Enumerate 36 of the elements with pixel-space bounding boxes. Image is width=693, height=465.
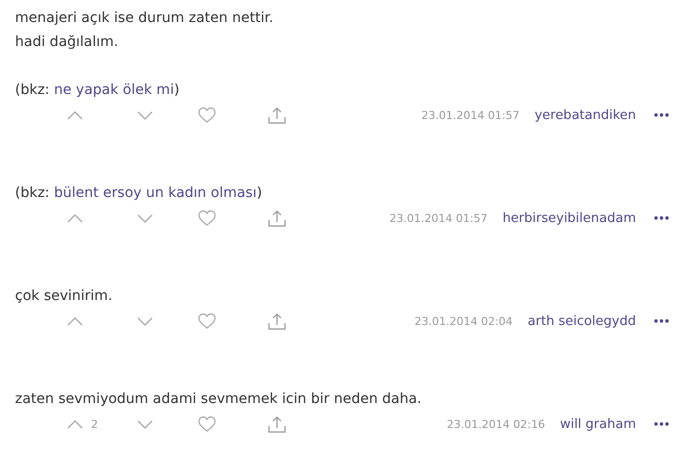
chevron-up-icon <box>67 316 83 326</box>
author-link[interactable]: herbirseyibilenadam <box>502 210 636 226</box>
heart-icon <box>198 210 216 226</box>
heart-icon <box>198 416 216 432</box>
heart-icon <box>198 313 216 329</box>
heart-icon <box>198 107 216 123</box>
more-icon <box>654 319 669 323</box>
topic-link[interactable]: ne yapak ölek mi <box>54 82 174 98</box>
entry-date: 23.01.2014 01:57 <box>421 108 520 122</box>
author-link[interactable]: will graham <box>560 416 636 432</box>
reference-text: (bkz: ne yapak ölek mi) <box>15 81 180 100</box>
chevron-down-icon <box>137 316 153 326</box>
chevron-up-icon <box>67 110 83 120</box>
entry-text: çok sevinirim. <box>15 287 114 306</box>
share-icon <box>268 416 286 432</box>
author-link[interactable]: yerebatandiken <box>534 108 636 122</box>
chevron-down-icon <box>137 214 153 222</box>
share-icon <box>268 106 286 124</box>
chevron-up-icon <box>67 214 83 222</box>
author-link[interactable]: arth seicolegydd <box>528 314 636 328</box>
entry-text: hadi dağılalım. <box>15 33 120 52</box>
entry-date: 23.01.2014 01:57 <box>389 212 488 224</box>
share-icon <box>268 312 286 330</box>
entry-text: zaten sevmiyodum adami sevmemek icin bir neden daha. <box>15 390 423 409</box>
entry-date: 23.01.2014 02:04 <box>414 314 513 328</box>
topic-link[interactable]: bülent ersoy un kadın olması <box>54 185 257 201</box>
share-icon <box>268 210 286 226</box>
more-icon <box>654 422 669 426</box>
more-icon <box>654 216 669 220</box>
reference-text: (bkz: bülent ersoy un kadın olması) <box>15 184 264 203</box>
more-icon <box>654 113 669 117</box>
chevron-down-icon <box>137 420 153 428</box>
entry-text: menajeri açık ise durum zaten nettir. <box>15 9 274 28</box>
chevron-up-icon <box>67 420 83 428</box>
entry-date: 23.01.2014 02:16 <box>446 418 545 430</box>
chevron-down-icon <box>137 110 153 120</box>
